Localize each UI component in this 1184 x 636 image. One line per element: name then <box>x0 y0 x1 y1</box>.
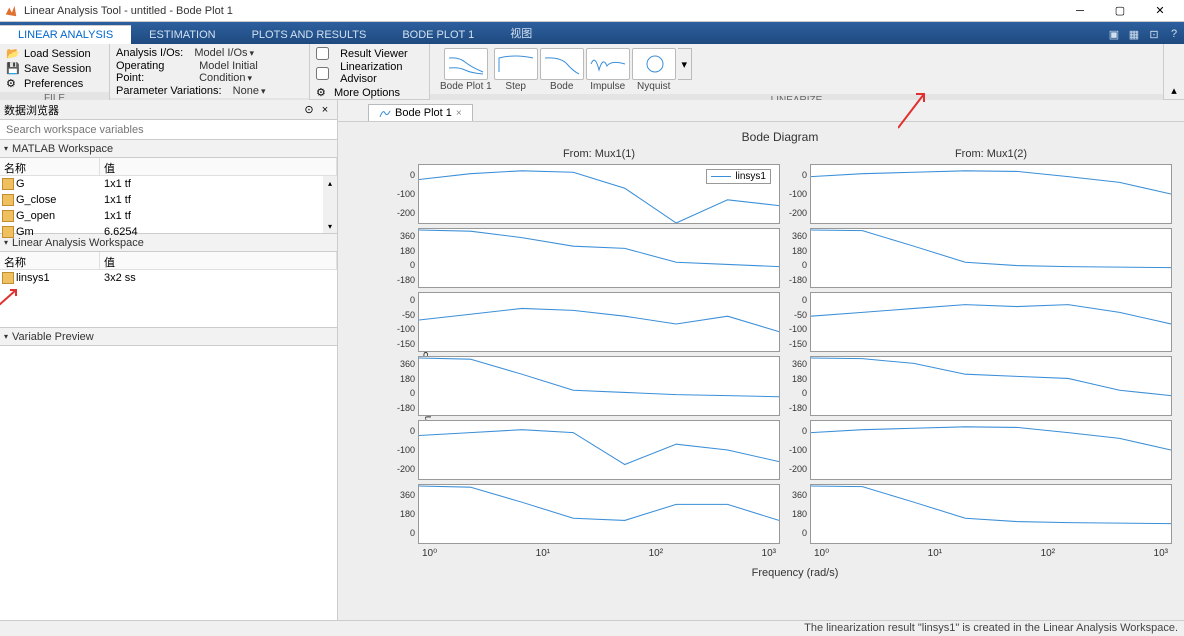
variable-preview-header[interactable]: Variable Preview <box>0 328 337 346</box>
variable-icon <box>2 210 14 222</box>
databrowser-options-icon[interactable]: ⊙ <box>301 103 317 116</box>
tab-bode-plot-1[interactable]: BODE PLOT 1 <box>384 26 492 44</box>
matlab-logo-icon <box>4 4 18 18</box>
plot-legend[interactable]: linsys1 <box>706 169 771 184</box>
x-ticks: 10⁰10¹10²10³ <box>810 548 1172 559</box>
annotation-arrow-icon <box>898 90 928 130</box>
toolstrip: 📂Load Session 💾Save Session ⚙Preferences… <box>0 44 1184 100</box>
subplot[interactable]: 0-100-200 <box>418 420 780 480</box>
result-viewer-checkbox[interactable]: Result Viewer <box>316 47 423 60</box>
subplot[interactable]: 3601800-180 <box>810 228 1172 288</box>
linearization-advisor-checkbox[interactable]: Linearization Advisor <box>316 61 423 85</box>
toolstrip-icon-3[interactable]: ⊡ <box>1144 24 1164 44</box>
subplot[interactable]: 0-100-200 <box>810 420 1172 480</box>
minimize-button[interactable]: ─ <box>1060 1 1100 21</box>
tab-linear-analysis[interactable]: LINEAR ANALYSIS <box>0 25 131 44</box>
preferences-button[interactable]: ⚙Preferences <box>6 77 103 91</box>
data-browser: 数据浏览器 ⊙ × MATLAB Workspace 名称 值 G1x1 tfG… <box>0 100 338 620</box>
plot-icon <box>379 107 391 119</box>
toolstrip-collapse-button[interactable]: ▴ <box>1164 44 1184 99</box>
param-variations-dropdown[interactable]: None <box>233 85 266 97</box>
tab-view[interactable]: 视图 <box>492 22 550 44</box>
workspace-row[interactable]: G_open1x1 tf <box>0 208 337 224</box>
from-label-1: From: Mux1(1) <box>418 148 780 160</box>
operating-point-dropdown[interactable]: Model Initial Condition <box>199 60 303 84</box>
x-ticks: 10⁰10¹10²10³ <box>418 548 780 559</box>
workspace-row[interactable]: G1x1 tf <box>0 176 337 192</box>
subplot[interactable]: 3601800 <box>810 484 1172 544</box>
more-options-button[interactable]: ⚙More Options <box>316 86 423 100</box>
workspace-row[interactable]: Gm6.6254 <box>0 224 337 240</box>
maximize-button[interactable]: ▢ <box>1100 1 1140 21</box>
plot-area[interactable]: Bode Diagram Magnitude (dB) ; Phase (deg… <box>338 122 1184 620</box>
databrowser-close-icon[interactable]: × <box>317 104 333 116</box>
subplot[interactable]: 3601800-180 <box>810 356 1172 416</box>
save-icon: 💾 <box>6 62 20 76</box>
plot-xlabel: Frequency (rad/s) <box>418 567 1172 579</box>
plot-title: Bode Diagram <box>388 130 1172 144</box>
subplot[interactable]: 0-100-200 <box>810 164 1172 224</box>
databrowser-title: 数据浏览器 <box>4 102 59 118</box>
toolstrip-icon-2[interactable]: ▦ <box>1124 24 1144 44</box>
analysis-ios-dropdown[interactable]: Model I/Os <box>194 47 254 59</box>
matlab-workspace-header[interactable]: MATLAB Workspace <box>0 140 337 158</box>
step-chip[interactable] <box>494 48 538 80</box>
bode-chip[interactable] <box>540 48 584 80</box>
subplot[interactable]: 3601800 <box>418 484 780 544</box>
subplot[interactable]: 0-100-200linsys1 <box>418 164 780 224</box>
gear-icon: ⚙ <box>316 86 330 100</box>
ribbon-tabstrip: LINEAR ANALYSIS ESTIMATION PLOTS AND RES… <box>0 22 1184 44</box>
window-title: Linear Analysis Tool - untitled - Bode P… <box>24 5 1060 17</box>
close-button[interactable]: ✕ <box>1140 1 1180 21</box>
subplot[interactable]: 3601800-180 <box>418 228 780 288</box>
from-label-2: From: Mux1(2) <box>810 148 1172 160</box>
annotation-arrow-icon <box>0 288 18 308</box>
variable-icon <box>2 226 14 238</box>
titlebar: Linear Analysis Tool - untitled - Bode P… <box>0 0 1184 22</box>
toolstrip-icon-1[interactable]: ▣ <box>1104 24 1124 44</box>
variable-icon <box>2 194 14 206</box>
status-bar: The linearization result "linsys1" is cr… <box>0 620 1184 636</box>
nyquist-chip[interactable] <box>632 48 676 80</box>
close-tab-icon[interactable]: × <box>456 108 462 119</box>
tab-plots-results[interactable]: PLOTS AND RESULTS <box>234 26 385 44</box>
subplot[interactable]: 0-50-100-150 <box>418 292 780 352</box>
bode-plot-1-chip[interactable] <box>444 48 488 80</box>
workspace-row[interactable]: linsys13x2 ss <box>0 270 337 286</box>
workspace-row[interactable]: G_close1x1 tf <box>0 192 337 208</box>
impulse-chip[interactable] <box>586 48 630 80</box>
save-session-button[interactable]: 💾Save Session <box>6 62 103 76</box>
gear-icon: ⚙ <box>6 77 20 91</box>
variable-preview-area <box>0 346 337 620</box>
variable-icon <box>2 178 14 190</box>
variable-icon <box>2 272 14 284</box>
load-session-button[interactable]: 📂Load Session <box>6 47 103 61</box>
subplot[interactable]: 0-50-100-150 <box>810 292 1172 352</box>
tab-estimation[interactable]: ESTIMATION <box>131 26 233 44</box>
help-icon[interactable]: ? <box>1164 24 1184 44</box>
matlab-ws-scrollbar[interactable]: ▴▾ <box>323 176 337 233</box>
linearize-gallery-dropdown[interactable]: ▾ <box>678 48 692 80</box>
search-input[interactable] <box>0 120 337 140</box>
subplot[interactable]: 3601800-180 <box>418 356 780 416</box>
folder-icon: 📂 <box>6 47 20 61</box>
document-tab-bode-plot-1[interactable]: Bode Plot 1 × <box>368 104 473 121</box>
